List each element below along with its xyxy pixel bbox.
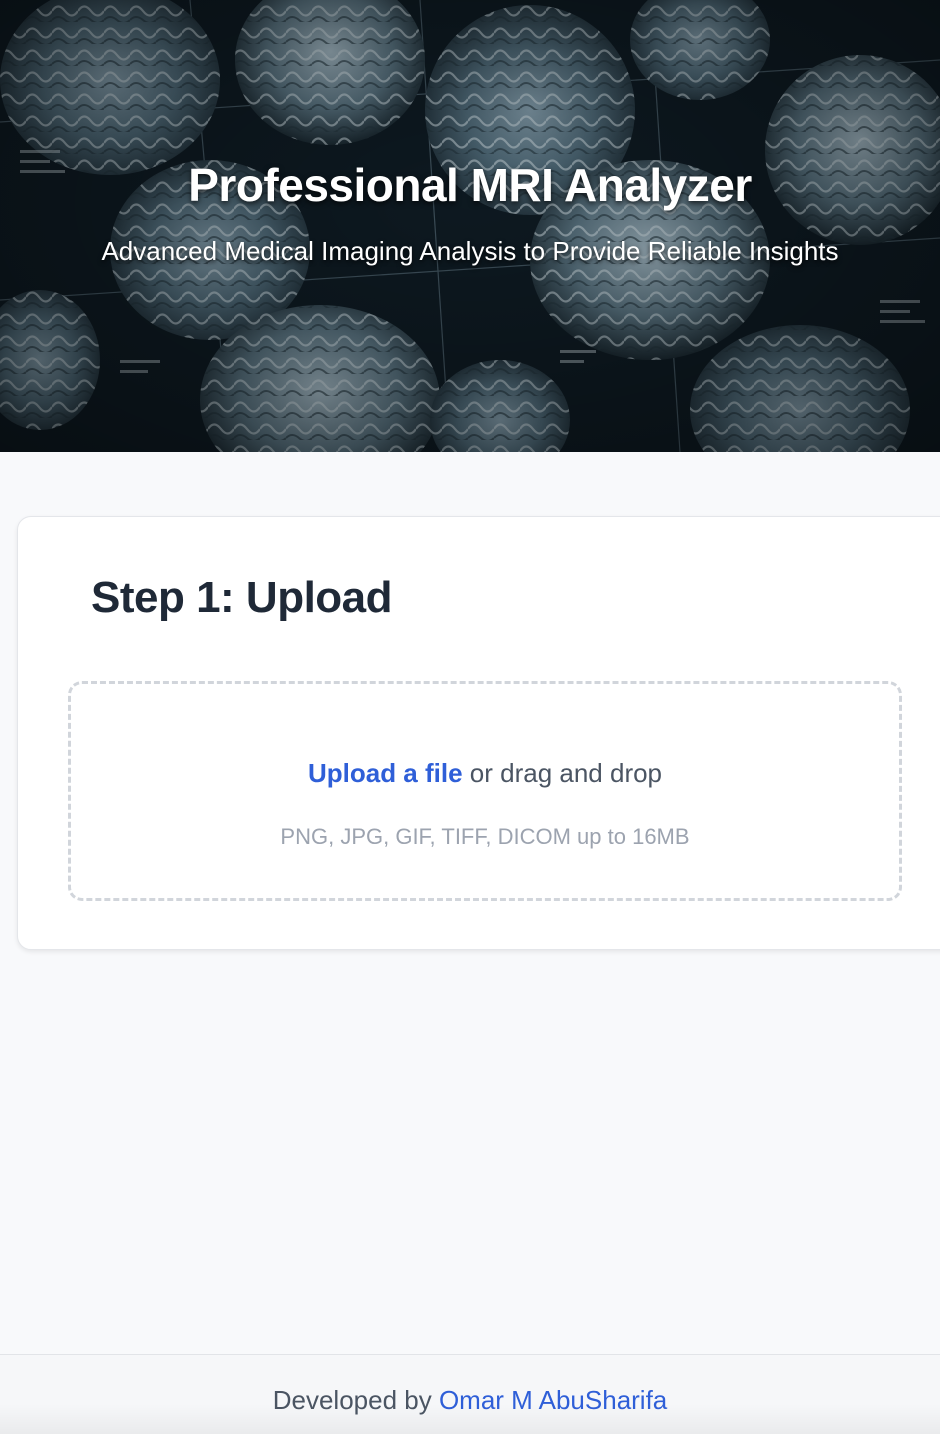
dropzone-instructions: Upload a file or drag and drop bbox=[71, 758, 899, 789]
upload-file-link[interactable]: Upload a file bbox=[308, 758, 463, 788]
hero-banner: Professional MRI Analyzer Advanced Medic… bbox=[0, 0, 940, 452]
drag-drop-text: or drag and drop bbox=[462, 758, 663, 788]
footer-shade bbox=[0, 1404, 940, 1434]
step-title: Step 1: Upload bbox=[91, 573, 393, 622]
file-type-hint: PNG, JPG, GIF, TIFF, DICOM up to 16MB bbox=[280, 824, 690, 849]
app-title: Professional MRI Analyzer bbox=[188, 159, 752, 211]
upload-card: Step 1: Upload Upload a file or drag and… bbox=[17, 516, 940, 950]
hero-overlay bbox=[0, 0, 940, 452]
app-subtitle: Advanced Medical Imaging Analysis to Pro… bbox=[101, 236, 839, 266]
page-footer: Developed by Omar M AbuSharifa bbox=[0, 1354, 940, 1434]
file-dropzone[interactable]: Upload a file or drag and drop PNG, JPG,… bbox=[68, 681, 902, 901]
